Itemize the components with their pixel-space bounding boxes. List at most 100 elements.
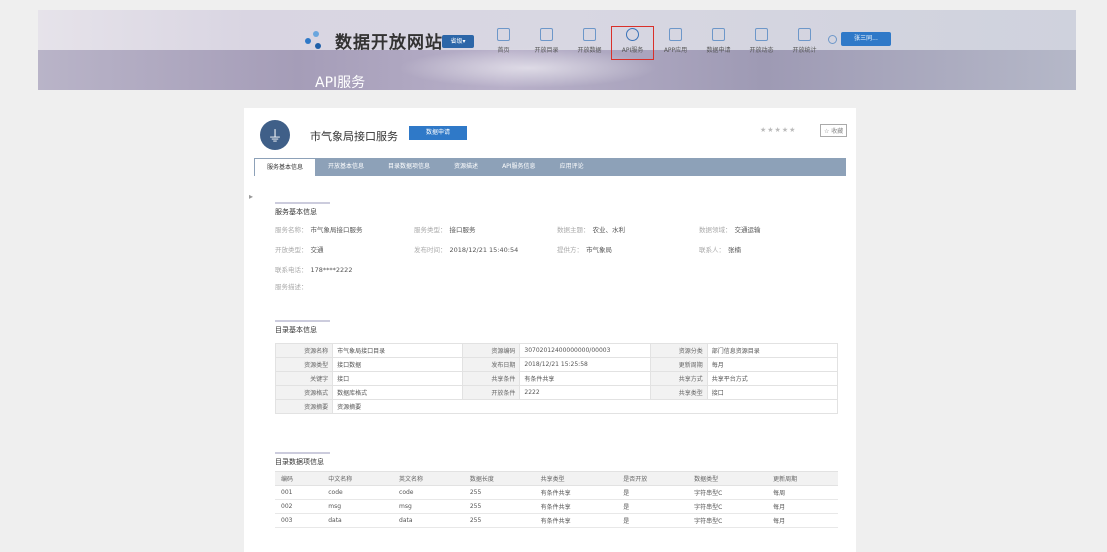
- table-cell: 字符串型C: [688, 513, 768, 528]
- catalog-key: 资源类型: [274, 357, 334, 372]
- nav-news[interactable]: 开放动态: [740, 26, 783, 60]
- table-cell: msg: [393, 499, 464, 514]
- table-cell: 255: [463, 485, 535, 500]
- catalog-value: 接口: [706, 385, 839, 400]
- catalog-key: 开放条件: [462, 385, 521, 400]
- field-description: 服务描述：: [275, 283, 308, 291]
- table-cell: 每周: [767, 485, 838, 500]
- field-contact: 联系人： 张楠: [699, 246, 741, 254]
- city-select-button[interactable]: 省级▾: [442, 35, 474, 48]
- catalog-value: 数据库格式: [332, 385, 464, 400]
- nav-stats[interactable]: 开放统计: [783, 26, 826, 60]
- nav-label: 首页: [497, 47, 510, 54]
- catalog-key: 资源名称: [274, 343, 334, 358]
- field-service-name: 服务名称： 市气象局接口服务: [275, 226, 363, 234]
- tab-open-basic[interactable]: 开放基本信息: [316, 158, 376, 176]
- catalog-value: 接口数据: [332, 357, 464, 372]
- field-provider: 提供方： 市气象局: [557, 246, 612, 254]
- table-cell: 001: [275, 485, 323, 500]
- tab-api-info[interactable]: API服务信息: [490, 158, 548, 176]
- nav-label: 开放统计: [792, 47, 817, 54]
- catalog-value: 2018/12/21 15:25:58: [519, 357, 651, 372]
- field-service-type: 服务类型： 接口服务: [414, 226, 476, 234]
- catalog-key: 共享条件: [462, 371, 521, 386]
- apply-data-button[interactable]: 数据申请: [409, 126, 467, 140]
- table-cell: 255: [463, 513, 535, 528]
- tab-service-basic[interactable]: 服务基本信息: [254, 158, 317, 176]
- section-title-items: 目录数据项信息: [275, 452, 330, 467]
- tab-resource-desc[interactable]: 资源描述: [442, 158, 490, 176]
- table-cell: 是: [617, 499, 689, 514]
- nav-label: 开放数据: [577, 47, 602, 54]
- column-header: 中文名称: [322, 471, 394, 486]
- table-row: 003 data data 255 有条件共享是字符串型C 每月: [275, 513, 838, 528]
- nav-label: API服务: [621, 47, 644, 54]
- nav-label: APP应用: [663, 47, 688, 54]
- catalog-key: 关键字: [274, 371, 334, 386]
- nav-app[interactable]: APP应用: [654, 26, 697, 60]
- catalog-key: 共享方式: [649, 371, 708, 386]
- data-items-table: 编码 中文名称 英文名称 数据长度 共享类型 是否开放 数据类型 更新周期 001 code co…: [275, 471, 838, 528]
- table-cell: 每月: [767, 513, 838, 528]
- tab-comments[interactable]: 应用评论: [548, 158, 596, 176]
- table-cell: 002: [275, 499, 323, 514]
- catalog-value: 接口: [332, 371, 464, 386]
- main-nav: 首页 开放目录 开放数据 API服务 APP应用 数据申请 开放动态 开放统计: [482, 26, 826, 60]
- catalog-key: 资源格式: [274, 385, 334, 400]
- site-title: 数据开放网站: [335, 33, 443, 53]
- catalog-key: 资源分类: [649, 343, 708, 358]
- field-phone: 联系电话： 178****2222: [275, 266, 353, 274]
- catalog-key: 资源摘要: [274, 399, 334, 414]
- catalog-row: 资源格式 数据库格式 开放条件 2222 共享类型 接口: [274, 385, 839, 400]
- table-cell: data: [393, 513, 464, 528]
- nav-data[interactable]: 开放数据: [568, 26, 611, 60]
- expand-arrow-icon[interactable]: ▸: [249, 192, 253, 201]
- news-icon: [755, 28, 768, 41]
- nav-label: 数据申请: [706, 47, 731, 54]
- rating-stars[interactable]: ★★★★★: [760, 126, 796, 134]
- table-cell: 字符串型C: [688, 499, 768, 514]
- catalog-key: 资源编码: [462, 343, 521, 358]
- catalog-value: 30702012400000000/00003: [519, 343, 651, 358]
- catalog-key: 发布日期: [462, 357, 521, 372]
- table-row: 002 msg msg 255 有条件共享是字符串型C 每月: [275, 499, 838, 514]
- nav-api-service[interactable]: API服务: [611, 26, 654, 60]
- column-header: 更新周期: [767, 471, 838, 486]
- catalog-value: 2222: [519, 385, 651, 400]
- nav-label: 开放动态: [749, 47, 774, 54]
- table-cell: 是: [617, 513, 689, 528]
- service-name: 市气象局接口服务: [310, 130, 398, 143]
- service-detail-card: ⏚ 市气象局接口服务 数据申请 ★★★★★ ☆ 收藏 服务基本信息 开放基本信息…: [244, 108, 856, 552]
- user-menu-button[interactable]: 张三同...: [841, 32, 891, 46]
- table-cell: 255: [463, 499, 535, 514]
- apps-icon: [669, 28, 682, 41]
- nav-catalog[interactable]: 开放目录: [525, 26, 568, 60]
- field-publish-time: 发布时间： 2018/12/21 15:40:54: [414, 246, 519, 254]
- catalog-info-table: 资源名称 市气象局接口目录 资源编码 30702012400000000/00003 资…: [274, 343, 839, 414]
- table-cell: code: [322, 485, 394, 500]
- favorite-button[interactable]: ☆ 收藏: [820, 124, 848, 137]
- site-logo[interactable]: 数据开放网站: [303, 28, 443, 53]
- page-subheader: API服务: [315, 75, 366, 90]
- request-icon: [712, 28, 725, 41]
- section-title-service: 服务基本信息: [275, 202, 330, 217]
- folder-icon: [540, 28, 553, 41]
- table-cell: 是: [617, 485, 689, 500]
- catalog-row: 关键字 接口 共享条件 有条件共享 共享方式 共享平台方式: [274, 371, 839, 386]
- table-cell: code: [393, 485, 464, 500]
- column-header: 数据类型: [688, 471, 768, 486]
- detail-tabs: 服务基本信息 开放基本信息 目录数据项信息 资源描述 API服务信息 应用评论: [254, 158, 846, 176]
- column-header: 是否开放: [617, 471, 689, 486]
- home-icon: [497, 28, 510, 41]
- catalog-value: 共享平台方式: [706, 371, 839, 386]
- catalog-row: 资源名称 市气象局接口目录 资源编码 30702012400000000/00003 资…: [274, 343, 839, 358]
- api-icon: [626, 28, 639, 41]
- table-row: 001 code code 255 有条件共享是字符串型C 每周: [275, 485, 838, 500]
- catalog-key: 更新周期: [649, 357, 708, 372]
- nav-home[interactable]: 首页: [482, 26, 525, 60]
- field-data-domain: 数据领域： 交通运输: [699, 226, 761, 234]
- nav-data-request[interactable]: 数据申请: [697, 26, 740, 60]
- tab-catalog-items[interactable]: 目录数据项信息: [376, 158, 442, 176]
- table-cell: msg: [322, 499, 394, 514]
- table-cell: 有条件共享: [534, 499, 618, 514]
